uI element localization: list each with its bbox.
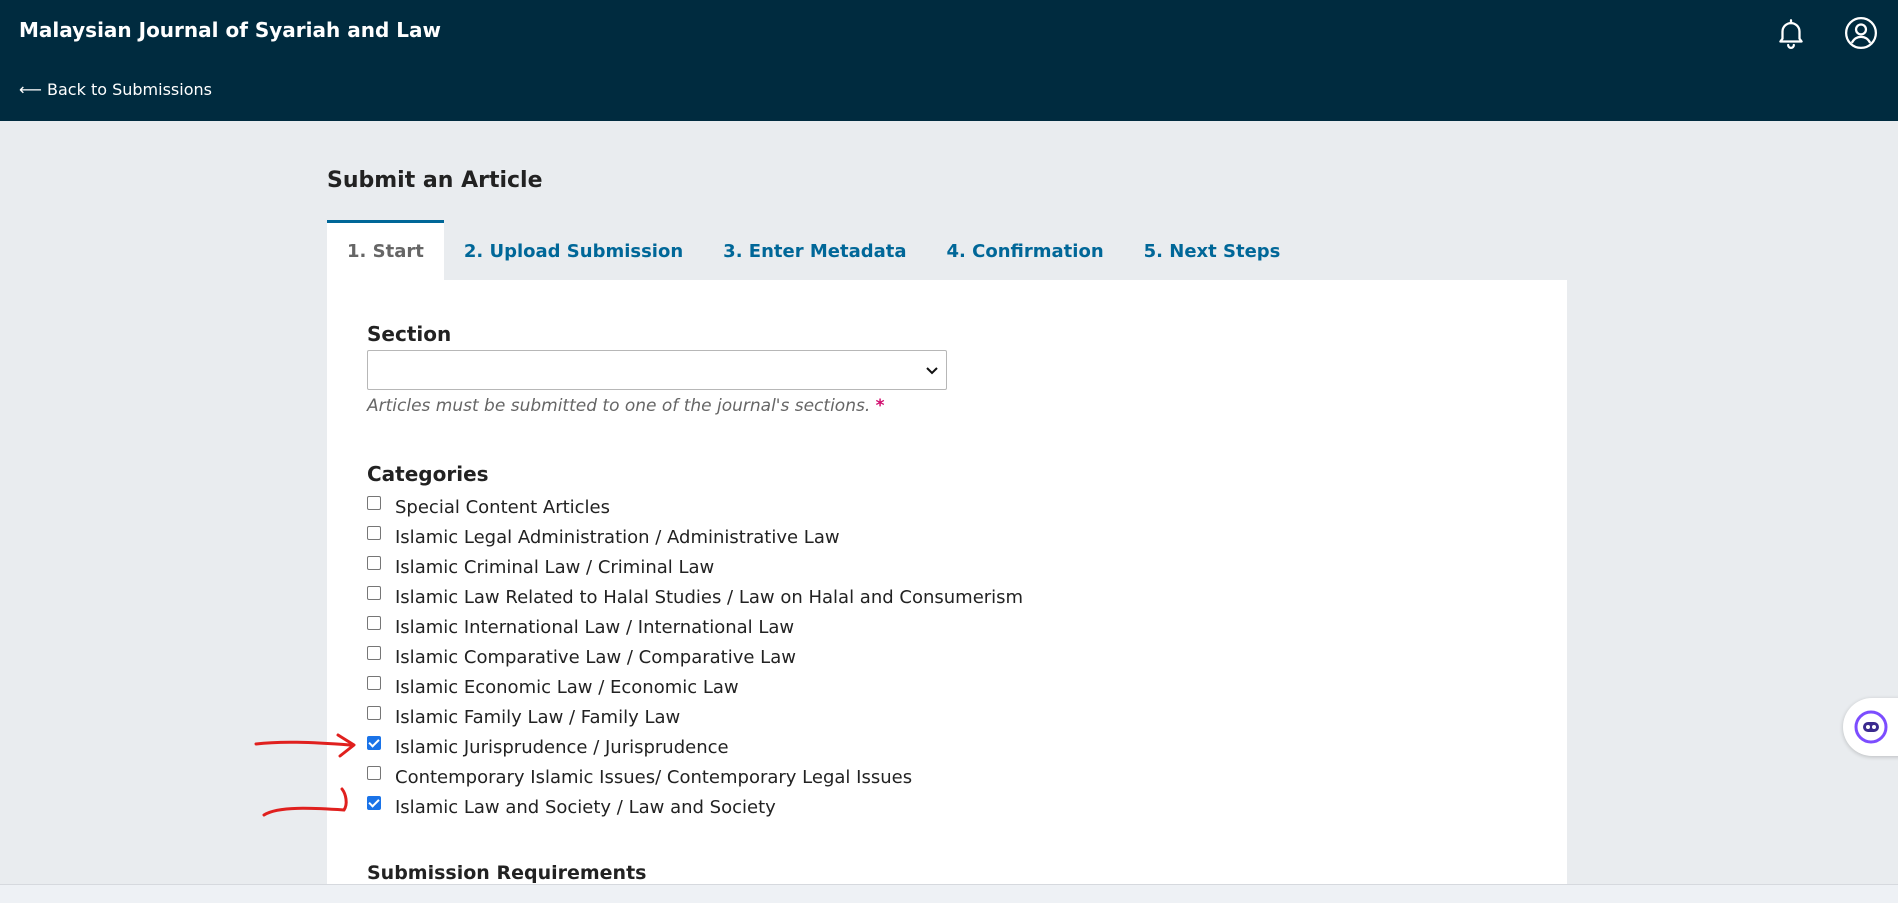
annotation-arrow-icon (262, 787, 348, 817)
submission-requirements-label: Submission Requirements (367, 862, 647, 884)
category-item[interactable]: Islamic Legal Administration / Administr… (367, 522, 1023, 552)
category-label: Islamic Jurisprudence / Jurisprudence (395, 736, 729, 758)
category-checkbox[interactable] (367, 676, 381, 690)
header-bar: Malaysian Journal of Syariah and Law ⟵ B… (0, 0, 1898, 121)
category-checkbox[interactable] (367, 616, 381, 630)
category-label: Islamic International Law / Internationa… (395, 616, 795, 638)
back-to-submissions-link[interactable]: ⟵ Back to Submissions (19, 80, 212, 99)
category-checkbox[interactable] (367, 526, 381, 540)
category-label: Islamic Economic Law / Economic Law (395, 676, 739, 698)
categories-label: Categories (367, 462, 489, 486)
category-checkbox[interactable] (367, 586, 381, 600)
annotation-arrow-icon (254, 733, 356, 758)
category-label: Islamic Law and Society / Law and Societ… (395, 796, 776, 818)
category-item[interactable]: Islamic Economic Law / Economic Law (367, 672, 1023, 702)
section-help: Articles must be submitted to one of the… (367, 396, 871, 416)
tab-enter-metadata[interactable]: 3. Enter Metadata (703, 220, 926, 280)
tab-next-steps[interactable]: 5. Next Steps (1124, 220, 1301, 280)
category-checkbox[interactable] (367, 736, 381, 750)
category-item[interactable]: Islamic Law and Society / Law and Societ… (367, 792, 1023, 822)
category-label: Islamic Family Law / Family Law (395, 706, 681, 728)
taskbar (0, 884, 1898, 903)
tab-confirmation[interactable]: 4. Confirmation (927, 220, 1124, 280)
journal-title[interactable]: Malaysian Journal of Syariah and Law (19, 18, 441, 42)
category-checkbox[interactable] (367, 796, 381, 810)
chevron-down-icon (924, 362, 940, 378)
category-label: Islamic Legal Administration / Administr… (395, 526, 840, 548)
category-item[interactable]: Islamic Law Related to Halal Studies / L… (367, 582, 1023, 612)
category-item[interactable]: Islamic Jurisprudence / Jurisprudence (367, 732, 1023, 762)
category-checkbox[interactable] (367, 556, 381, 570)
categories-list: Special Content Articles Islamic Legal A… (367, 492, 1023, 822)
section-select[interactable] (367, 350, 947, 390)
category-checkbox[interactable] (367, 766, 381, 780)
category-item[interactable]: Islamic International Law / Internationa… (367, 612, 1023, 642)
category-item[interactable]: Islamic Comparative Law / Comparative La… (367, 642, 1023, 672)
category-label: Islamic Criminal Law / Criminal Law (395, 556, 715, 578)
assistant-icon[interactable] (1843, 698, 1898, 756)
section-label: Section (367, 322, 452, 346)
category-label: Contemporary Islamic Issues/ Contemporar… (395, 766, 913, 788)
category-label: Special Content Articles (395, 496, 611, 518)
page-title: Submit an Article (327, 168, 543, 193)
category-checkbox[interactable] (367, 496, 381, 510)
category-label: Islamic Law Related to Halal Studies / L… (395, 586, 1024, 608)
submission-steps-tabs: 1. Start 2. Upload Submission 3. Enter M… (327, 220, 1300, 280)
tab-start[interactable]: 1. Start (327, 220, 444, 280)
category-item[interactable]: Special Content Articles (367, 492, 1023, 522)
section-help-text: Articles must be submitted to one of the… (367, 396, 885, 416)
category-label: Islamic Comparative Law / Comparative La… (395, 646, 796, 668)
tab-upload-submission[interactable]: 2. Upload Submission (444, 220, 703, 280)
user-account-icon[interactable] (1844, 16, 1878, 50)
bell-icon[interactable] (1774, 16, 1808, 50)
category-checkbox[interactable] (367, 646, 381, 660)
category-checkbox[interactable] (367, 706, 381, 720)
category-item[interactable]: Contemporary Islamic Issues/ Contemporar… (367, 762, 1023, 792)
category-item[interactable]: Islamic Family Law / Family Law (367, 702, 1023, 732)
required-marker: * (875, 396, 885, 416)
form-panel: Section Articles must be submitted to on… (327, 280, 1567, 902)
category-item[interactable]: Islamic Criminal Law / Criminal Law (367, 552, 1023, 582)
